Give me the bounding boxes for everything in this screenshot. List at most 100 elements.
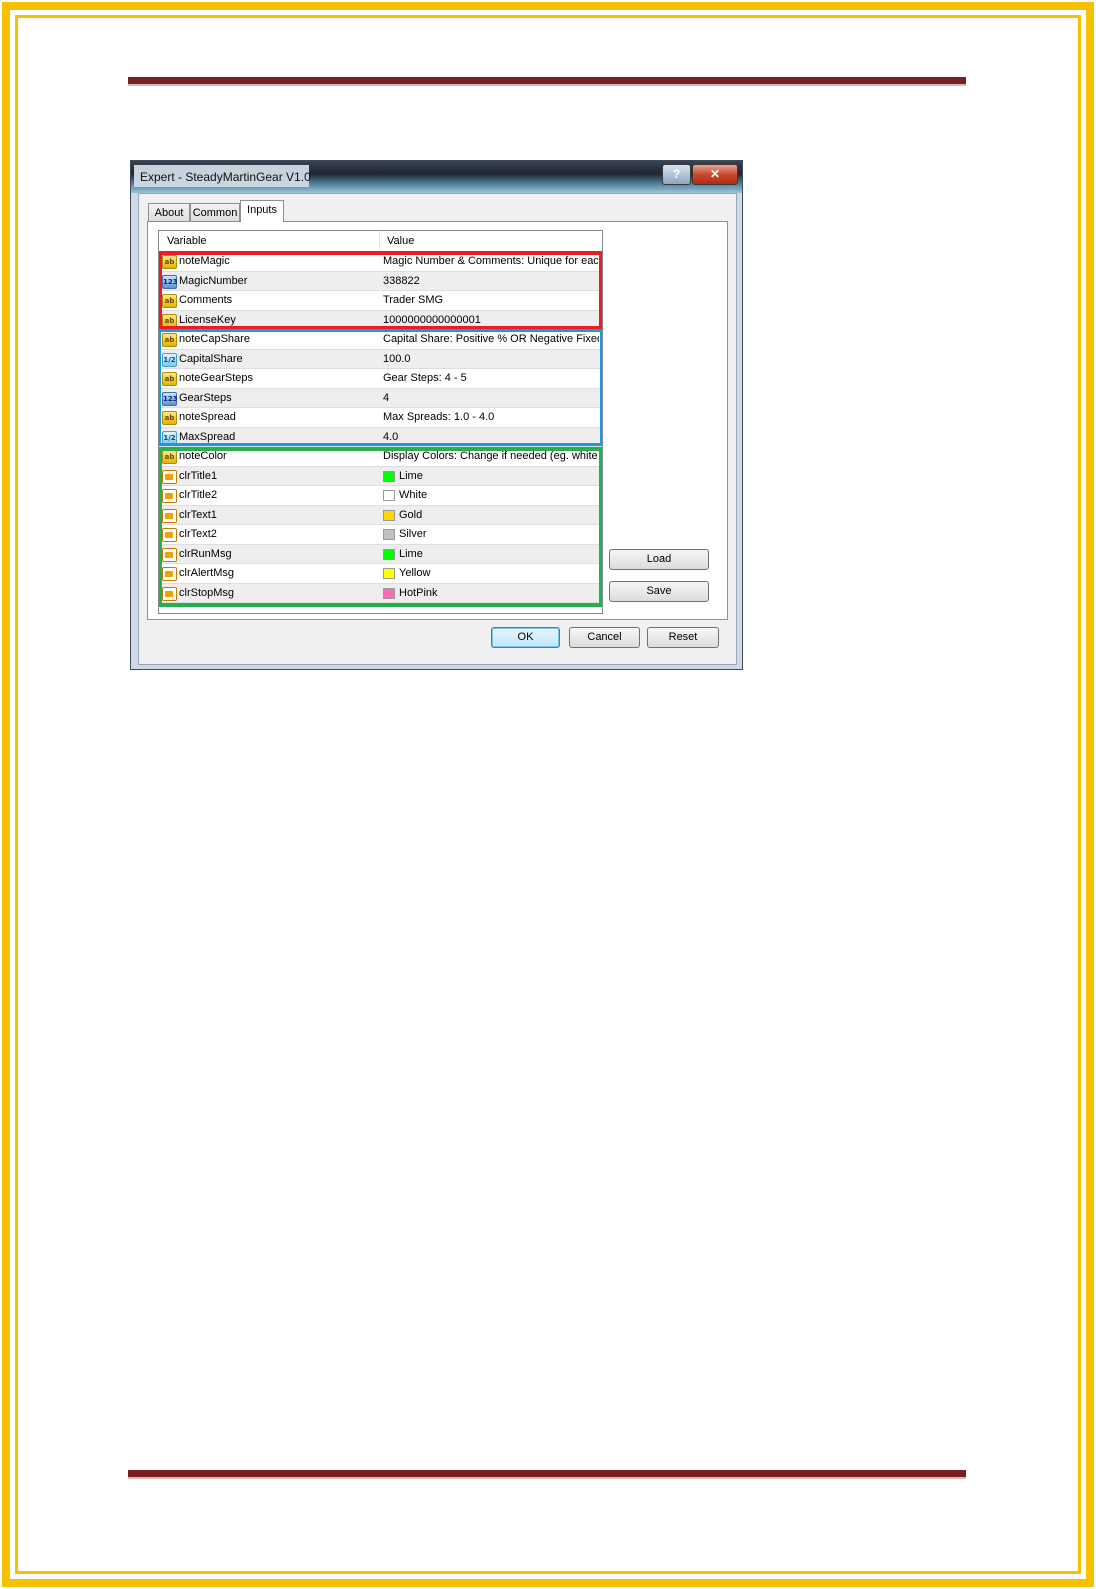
color-swatch xyxy=(383,490,395,501)
inputs-panel: Variable Value ab noteMagic Magic Number &… xyxy=(147,221,728,620)
input-row-noteGearSteps[interactable]: ab noteGearSteps Gear Steps: 4 - 5 xyxy=(159,369,602,389)
ok-button[interactable]: OK xyxy=(491,627,560,648)
input-row-CapitalShare[interactable]: 1/2 CapitalShare 100.0 xyxy=(159,349,602,369)
title-bar[interactable]: Expert - SteadyMartinGear V1.0 ? ✕ xyxy=(131,161,742,193)
variable-value[interactable]: Silver xyxy=(399,528,602,540)
string-type-icon: ab xyxy=(162,294,177,308)
color-type-icon xyxy=(162,547,177,562)
tab-inputs[interactable]: Inputs xyxy=(240,200,284,222)
variable-name: noteColor xyxy=(179,450,227,462)
column-header-variable[interactable]: Variable xyxy=(167,235,207,247)
variable-value[interactable]: Gold xyxy=(399,509,602,521)
input-row-MaxSpread[interactable]: 1/2 MaxSpread 4.0 xyxy=(159,427,602,447)
input-row-clrAlertMsg[interactable]: clrAlertMsg Yellow xyxy=(159,564,602,584)
input-row-noteCapShare[interactable]: ab noteCapShare Capital Share: Positive % … xyxy=(159,330,602,350)
string-type-icon: ab xyxy=(162,372,177,386)
variable-name: Comments xyxy=(179,294,233,306)
cancel-button[interactable]: Cancel xyxy=(569,627,640,648)
color-swatch xyxy=(383,568,395,579)
variable-name: MagicNumber xyxy=(179,274,248,287)
tab-about[interactable]: About xyxy=(148,203,190,222)
color-swatch xyxy=(383,548,395,560)
input-row-clrTitle1[interactable]: clrTitle1 Lime xyxy=(159,466,602,486)
color-type-icon xyxy=(162,528,177,542)
variable-value[interactable]: 4.0 xyxy=(383,431,599,443)
variable-name: noteGearSteps xyxy=(179,372,253,384)
variable-name: noteMagic xyxy=(179,255,230,267)
variable-name: clrRunMsg xyxy=(179,547,232,560)
double-type-icon: 1/2 xyxy=(162,430,177,445)
help-button[interactable]: ? xyxy=(662,164,691,185)
color-swatch xyxy=(383,470,395,482)
dialog-client: About Common Inputs Variable Value ab not… xyxy=(138,193,737,665)
variable-value[interactable]: Display Colors: Change if needed (eg. wh… xyxy=(383,450,599,462)
int-type-icon: 123 xyxy=(162,274,178,289)
color-type-icon xyxy=(162,508,177,523)
variable-value[interactable]: HotPink xyxy=(399,587,602,599)
string-type-icon: ab xyxy=(162,313,177,328)
string-type-icon: ab xyxy=(162,411,177,425)
color-type-icon xyxy=(162,567,177,581)
grid-header: Variable Value xyxy=(159,231,602,252)
variable-value[interactable]: Yellow xyxy=(399,567,602,579)
header-rule xyxy=(128,77,966,86)
variable-name: clrText1 xyxy=(179,508,217,521)
column-separator[interactable] xyxy=(379,231,380,251)
variable-value[interactable]: White xyxy=(399,489,602,501)
string-type-icon: ab xyxy=(162,255,177,269)
color-swatch xyxy=(383,587,395,599)
color-swatch xyxy=(383,529,395,540)
expert-dialog: Expert - SteadyMartinGear V1.0 ? ✕ About… xyxy=(130,160,743,670)
string-type-icon: ab xyxy=(162,450,177,464)
variable-name: clrAlertMsg xyxy=(179,567,235,579)
variable-value[interactable]: 1000000000000001 xyxy=(383,314,599,326)
variable-value[interactable]: Magic Number & Comments: Unique for eac.… xyxy=(383,255,599,267)
input-row-clrStopMsg[interactable]: clrStopMsg HotPink xyxy=(159,583,602,603)
input-row-LicenseKey[interactable]: ab LicenseKey 1000000000000001 xyxy=(159,310,602,330)
variable-name: LicenseKey xyxy=(179,313,236,326)
variable-name: noteCapShare xyxy=(179,333,250,345)
input-row-clrText2[interactable]: clrText2 Silver xyxy=(159,525,602,545)
input-row-noteSpread[interactable]: ab noteSpread Max Spreads: 1.0 - 4.0 xyxy=(159,408,602,428)
variable-value[interactable]: 100.0 xyxy=(383,353,599,365)
color-swatch xyxy=(383,509,395,521)
variable-name: clrStopMsg xyxy=(179,586,235,599)
variable-value[interactable]: Gear Steps: 4 - 5 xyxy=(383,372,599,384)
input-row-noteMagic[interactable]: ab noteMagic Magic Number & Comments: Uniq… xyxy=(159,252,602,272)
window-title: Expert - SteadyMartinGear V1.0 xyxy=(140,170,311,184)
variable-value[interactable]: Max Spreads: 1.0 - 4.0 xyxy=(383,411,599,423)
input-row-clrText1[interactable]: clrText1 Gold xyxy=(159,505,602,525)
tab-common[interactable]: Common xyxy=(190,203,240,222)
column-header-value[interactable]: Value xyxy=(387,235,414,247)
input-row-GearSteps[interactable]: 123 GearSteps 4 xyxy=(159,388,602,408)
input-row-noteColor[interactable]: ab noteColor Display Colors: Change if nee… xyxy=(159,447,602,467)
input-row-clrRunMsg[interactable]: clrRunMsg Lime xyxy=(159,544,602,564)
input-row-clrTitle2[interactable]: clrTitle2 White xyxy=(159,486,602,506)
variable-value[interactable]: Lime xyxy=(399,548,602,560)
color-type-icon xyxy=(162,586,177,601)
double-type-icon: 1/2 xyxy=(162,352,177,367)
variable-name: clrTitle1 xyxy=(179,469,218,482)
close-button[interactable]: ✕ xyxy=(692,164,738,185)
load-button[interactable]: Load xyxy=(609,549,709,570)
reset-button[interactable]: Reset xyxy=(647,627,719,648)
color-type-icon xyxy=(162,469,177,484)
variable-value[interactable]: Capital Share: Positive % OR Negative Fi… xyxy=(383,333,599,345)
variable-value[interactable]: 4 xyxy=(383,392,599,404)
variable-name: MaxSpread xyxy=(179,430,236,443)
variable-value[interactable]: Trader SMG xyxy=(383,294,599,306)
variable-name: GearSteps xyxy=(179,391,232,404)
input-row-MagicNumber[interactable]: 123 MagicNumber 338822 xyxy=(159,271,602,291)
variable-name: noteSpread xyxy=(179,411,236,423)
int-type-icon: 123 xyxy=(162,391,178,406)
footer-rule xyxy=(128,1470,966,1479)
color-type-icon xyxy=(162,489,177,503)
save-button[interactable]: Save xyxy=(609,581,709,602)
variable-value[interactable]: 338822 xyxy=(383,275,599,287)
variable-name: CapitalShare xyxy=(179,352,243,365)
variable-name: clrText2 xyxy=(179,528,217,540)
variable-name: clrTitle2 xyxy=(179,489,218,501)
variable-value[interactable]: Lime xyxy=(399,470,602,482)
input-row-Comments[interactable]: ab Comments Trader SMG xyxy=(159,291,602,311)
string-type-icon: ab xyxy=(162,333,177,347)
